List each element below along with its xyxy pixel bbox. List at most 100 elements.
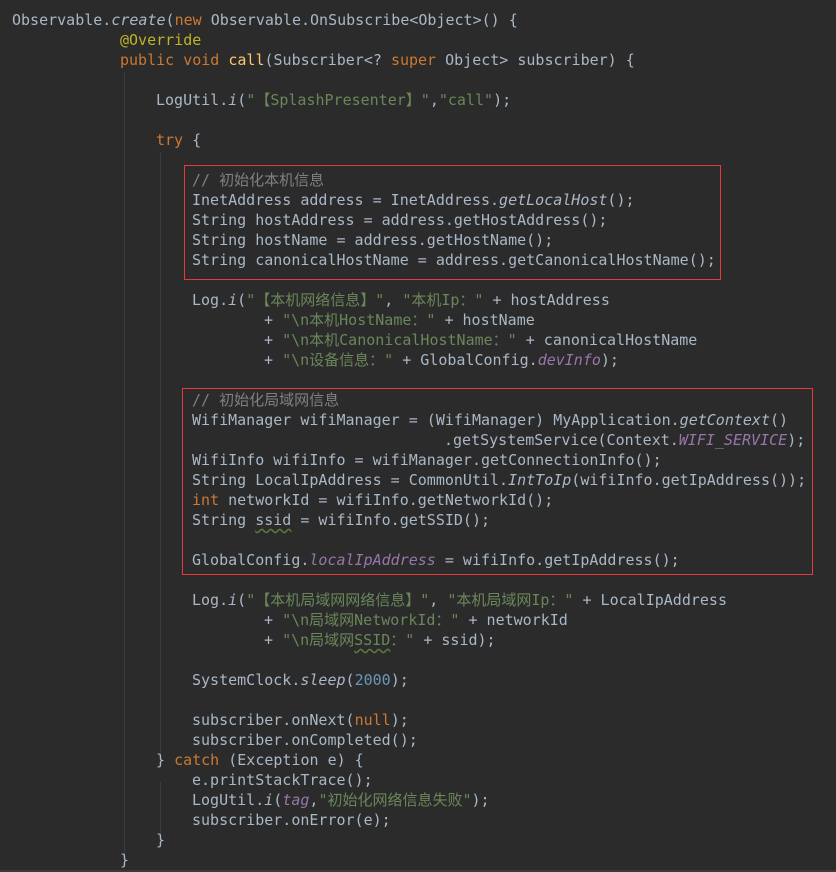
- code-token: "call": [438, 91, 494, 109]
- code-line[interactable]: Log.i("【本机网络信息】", "本机Ip：" + hostAddress: [192, 290, 610, 310]
- code-token: networkId = wifiInfo.getNetworkId();: [228, 491, 554, 509]
- code-line[interactable]: } catch (Exception e) {: [156, 750, 364, 770]
- code-line[interactable]: + "\n设备信息：" + GlobalConfig.devInfo);: [264, 350, 619, 370]
- code-token: + ssid);: [414, 631, 496, 649]
- code-line[interactable]: + "\n局域网NetworkId：" + networkId: [264, 610, 568, 630]
- code-line[interactable]: subscriber.onNext(null);: [192, 710, 409, 730]
- code-line[interactable]: + "\n本机HostName：" + hostName: [264, 310, 535, 330]
- code-token: ：": [390, 631, 415, 649]
- code-token: String LocalIpAddress = CommonUtil.: [192, 471, 509, 489]
- code-line[interactable]: String hostName = address.getHostName();: [192, 230, 553, 250]
- code-token: @Override: [120, 31, 202, 49]
- code-token: i: [228, 91, 238, 109]
- code-token: {: [192, 131, 202, 149]
- code-line[interactable]: LogUtil.i("【SplashPresenter】","call");: [156, 90, 511, 110]
- code-token: "\n局域网NetworkId：": [282, 611, 460, 629]
- code-token: +: [264, 311, 283, 329]
- code-editor[interactable]: Observable.create(new Observable.OnSubsc…: [0, 0, 836, 872]
- code-token: i: [228, 291, 238, 309]
- code-token: (): [769, 411, 789, 429]
- code-token: subscriber.onNext(: [192, 711, 355, 729]
- code-line[interactable]: // 初始化局域网信息: [192, 390, 339, 410]
- code-token: try: [156, 131, 193, 149]
- code-token: "\n本机HostName：": [282, 311, 436, 329]
- code-token: ,: [429, 91, 439, 109]
- code-token: (: [273, 791, 283, 809]
- code-line[interactable]: LogUtil.i(tag,"初始化网络信息失败");: [192, 790, 490, 810]
- code-line[interactable]: WifiInfo wifiInfo = wifiManager.getConne…: [192, 450, 662, 470]
- code-token: LogUtil.: [156, 91, 229, 109]
- code-line[interactable]: SystemClock.sleep(2000);: [192, 670, 409, 690]
- code-token: 2000: [354, 671, 391, 689]
- code-line[interactable]: String hostAddress = address.getHostAddr…: [192, 210, 607, 230]
- code-token: "【SplashPresenter】": [246, 91, 430, 109]
- code-line[interactable]: WifiManager wifiManager = (WifiManager) …: [192, 410, 788, 430]
- code-token: getLocalHost: [499, 191, 608, 209]
- code-line[interactable]: String LocalIpAddress = CommonUtil.IntTo…: [192, 470, 806, 490]
- code-line[interactable]: Log.i("【本机局域网网络信息】", "本机局域网Ip：" + LocalI…: [192, 590, 727, 610]
- code-token: "【本机网络信息】": [246, 291, 385, 309]
- code-line[interactable]: @Override: [120, 30, 201, 50]
- code-line[interactable]: + "\n局域网SSID：" + ssid);: [264, 630, 496, 650]
- code-token: localIpAddress: [309, 551, 436, 569]
- code-token: Observable.: [12, 11, 112, 29]
- code-token: super: [390, 51, 446, 69]
- code-line[interactable]: GlobalConfig.localIpAddress = wifiInfo.g…: [192, 550, 680, 570]
- code-token: ssid: [255, 511, 292, 529]
- code-token: sleep: [300, 671, 346, 689]
- code-token: subscriber.onCompleted();: [192, 731, 418, 749]
- code-token: + GlobalConfig.: [393, 351, 538, 369]
- code-token: getContext: [679, 411, 770, 429]
- code-token: i: [228, 591, 238, 609]
- code-token: ();: [607, 191, 635, 209]
- indent-guide: [124, 72, 125, 862]
- code-token: +: [264, 611, 283, 629]
- code-token: String canonicalHostName = address.getCa…: [192, 251, 716, 269]
- code-line[interactable]: }: [120, 850, 129, 870]
- code-token: (: [345, 671, 355, 689]
- code-line[interactable]: + "\n本机CanonicalHostName：" + canonicalHo…: [264, 330, 697, 350]
- code-token: create: [111, 11, 166, 29]
- code-token: ,: [429, 591, 448, 609]
- code-token: call: [228, 51, 265, 69]
- code-token: i: [264, 791, 274, 809]
- code-line[interactable]: subscriber.onCompleted();: [192, 730, 418, 750]
- code-token: (: [237, 91, 247, 109]
- code-line[interactable]: public void call(Subscriber<? super Obje…: [120, 50, 635, 70]
- code-line[interactable]: }: [156, 830, 165, 850]
- code-token: );: [390, 671, 409, 689]
- code-line[interactable]: String canonicalHostName = address.getCa…: [192, 250, 716, 270]
- code-token: String hostName = address.getHostName();: [192, 231, 554, 249]
- code-token: "本机局域网Ip：": [447, 591, 574, 609]
- code-line[interactable]: .getSystemService(Context.WIFI_SERVICE);: [444, 430, 805, 450]
- code-token: // 初始化本机信息: [192, 171, 325, 189]
- code-line[interactable]: Observable.create(new Observable.OnSubsc…: [12, 10, 518, 30]
- code-token: public void: [120, 51, 229, 69]
- code-line[interactable]: int networkId = wifiInfo.getNetworkId();: [192, 490, 553, 510]
- code-token: (Exception e) {: [228, 751, 364, 769]
- code-token: Log.: [192, 291, 229, 309]
- code-token: + LocalIpAddress: [573, 591, 727, 609]
- code-token: = wifiInfo.getIpAddress();: [435, 551, 680, 569]
- code-token: WifiInfo wifiInfo = wifiManager.getConne…: [192, 451, 662, 469]
- code-token: = wifiInfo.getSSID();: [291, 511, 491, 529]
- code-token: tag: [282, 791, 310, 809]
- code-token: // 初始化局域网信息: [192, 391, 340, 409]
- code-token: (: [165, 11, 175, 29]
- code-token: Object> subscriber) {: [445, 51, 635, 69]
- code-token: InetAddress address = InetAddress.: [192, 191, 500, 209]
- code-line[interactable]: InetAddress address = InetAddress.getLoc…: [192, 190, 635, 210]
- code-token: );: [390, 711, 409, 729]
- code-line[interactable]: subscriber.onError(e);: [192, 810, 391, 830]
- code-line[interactable]: try {: [156, 130, 201, 150]
- indent-guide: [160, 152, 161, 760]
- code-token: new: [174, 11, 211, 29]
- code-line[interactable]: String ssid = wifiInfo.getSSID();: [192, 510, 490, 530]
- code-token: (: [237, 291, 247, 309]
- code-token: "\n本机CanonicalHostName：": [282, 331, 517, 349]
- code-token: String: [192, 511, 256, 529]
- code-token: + networkId: [459, 611, 568, 629]
- code-token: + hostAddress: [483, 291, 610, 309]
- code-line[interactable]: e.printStackTrace();: [192, 770, 373, 790]
- code-line[interactable]: // 初始化本机信息: [192, 170, 324, 190]
